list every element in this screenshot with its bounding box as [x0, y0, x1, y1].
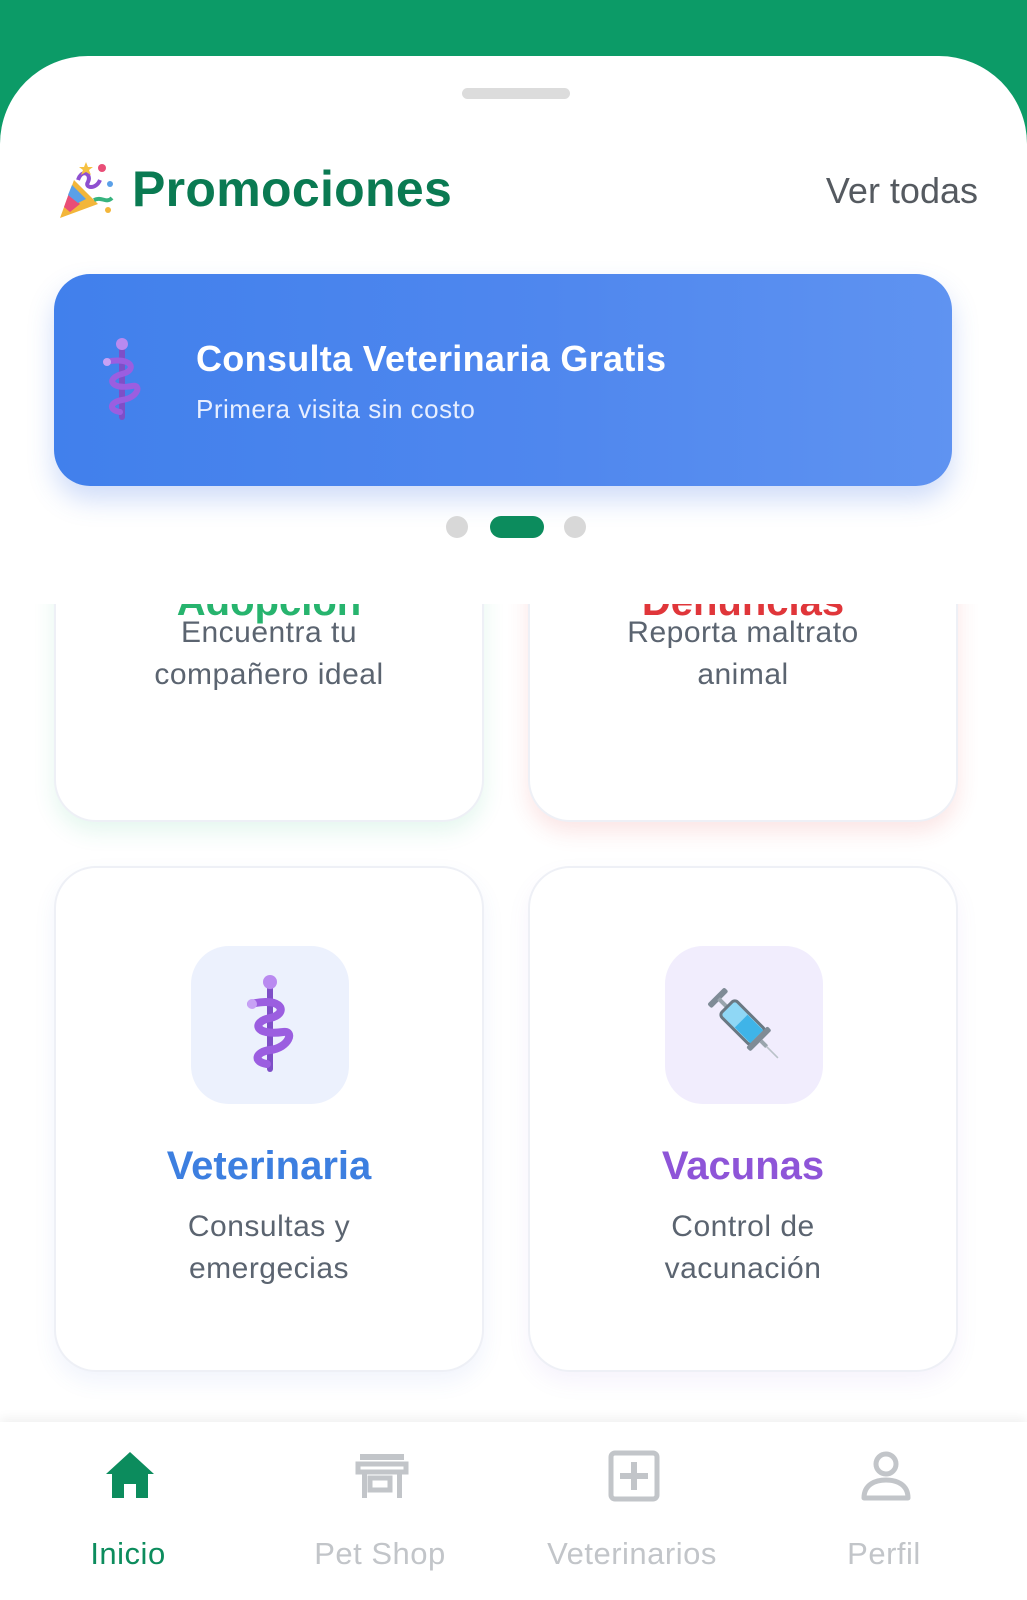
- promo-banner[interactable]: Consulta Veterinaria Gratis Primera visi…: [54, 274, 952, 486]
- see-all-link[interactable]: Ver todas: [826, 170, 978, 212]
- service-description: Consultas y emergecias: [187, 1210, 351, 1285]
- person-icon: [861, 1451, 911, 1501]
- carousel-dot-active[interactable]: [490, 516, 544, 538]
- nav-label: Inicio: [90, 1536, 166, 1571]
- banner-title: Consulta Veterinaria Gratis: [196, 338, 667, 379]
- carousel-indicator: [446, 516, 596, 538]
- syringe-icon: [708, 988, 779, 1059]
- medical-plus-icon: [608, 1450, 660, 1502]
- nav-item-home[interactable]: Inicio: [18, 1448, 238, 1588]
- party-popper-icon: [60, 162, 114, 218]
- bottom-navigation: Inicio Pet Shop Veterinarios Perfil: [0, 1422, 1027, 1600]
- carousel-dot[interactable]: [564, 516, 586, 538]
- service-description: Reporta maltrato animal: [627, 616, 859, 691]
- promotions-header: Promociones Ver todas: [56, 156, 978, 226]
- nav-label: Pet Shop: [314, 1536, 446, 1571]
- nav-item-veterinarians[interactable]: Veterinarios: [522, 1448, 742, 1588]
- drag-handle[interactable]: [462, 88, 570, 99]
- carousel-dot[interactable]: [446, 516, 468, 538]
- service-card-adoption[interactable]: Adopción Encuentra tu compañero ideal: [54, 604, 484, 822]
- caduceus-icon: [247, 975, 294, 1072]
- service-icon-box: [191, 946, 349, 1104]
- services-grid: Adopción Encuentra tu compañero ideal De…: [0, 604, 1027, 1426]
- nav-item-pet-shop[interactable]: Pet Shop: [270, 1448, 490, 1588]
- promotions-title: Promociones: [132, 161, 453, 217]
- store-icon: [355, 1454, 409, 1498]
- nav-item-profile[interactable]: Perfil: [774, 1448, 994, 1588]
- service-card-vaccines[interactable]: Vacunas Control de vacunación: [528, 866, 958, 1372]
- service-description: Encuentra tu compañero ideal: [154, 616, 384, 691]
- nav-label: Perfil: [847, 1536, 921, 1571]
- main-sheet: Promociones Ver todas Consulta Veterinar…: [0, 56, 1027, 1600]
- caduceus-icon: [103, 338, 141, 420]
- service-card-veterinary[interactable]: Veterinaria Consultas y emergecias: [54, 866, 484, 1372]
- service-title: Veterinaria: [166, 1144, 372, 1188]
- service-card-complaints[interactable]: Denuncias Reporta maltrato animal: [528, 604, 958, 822]
- service-title: Vacunas: [661, 1144, 825, 1188]
- home-icon: [106, 1452, 154, 1498]
- service-icon-box: [665, 946, 823, 1104]
- service-description: Control de vacunación: [664, 1210, 822, 1285]
- banner-subtitle: Primera visita sin costo: [196, 394, 476, 424]
- nav-label: Veterinarios: [547, 1536, 717, 1571]
